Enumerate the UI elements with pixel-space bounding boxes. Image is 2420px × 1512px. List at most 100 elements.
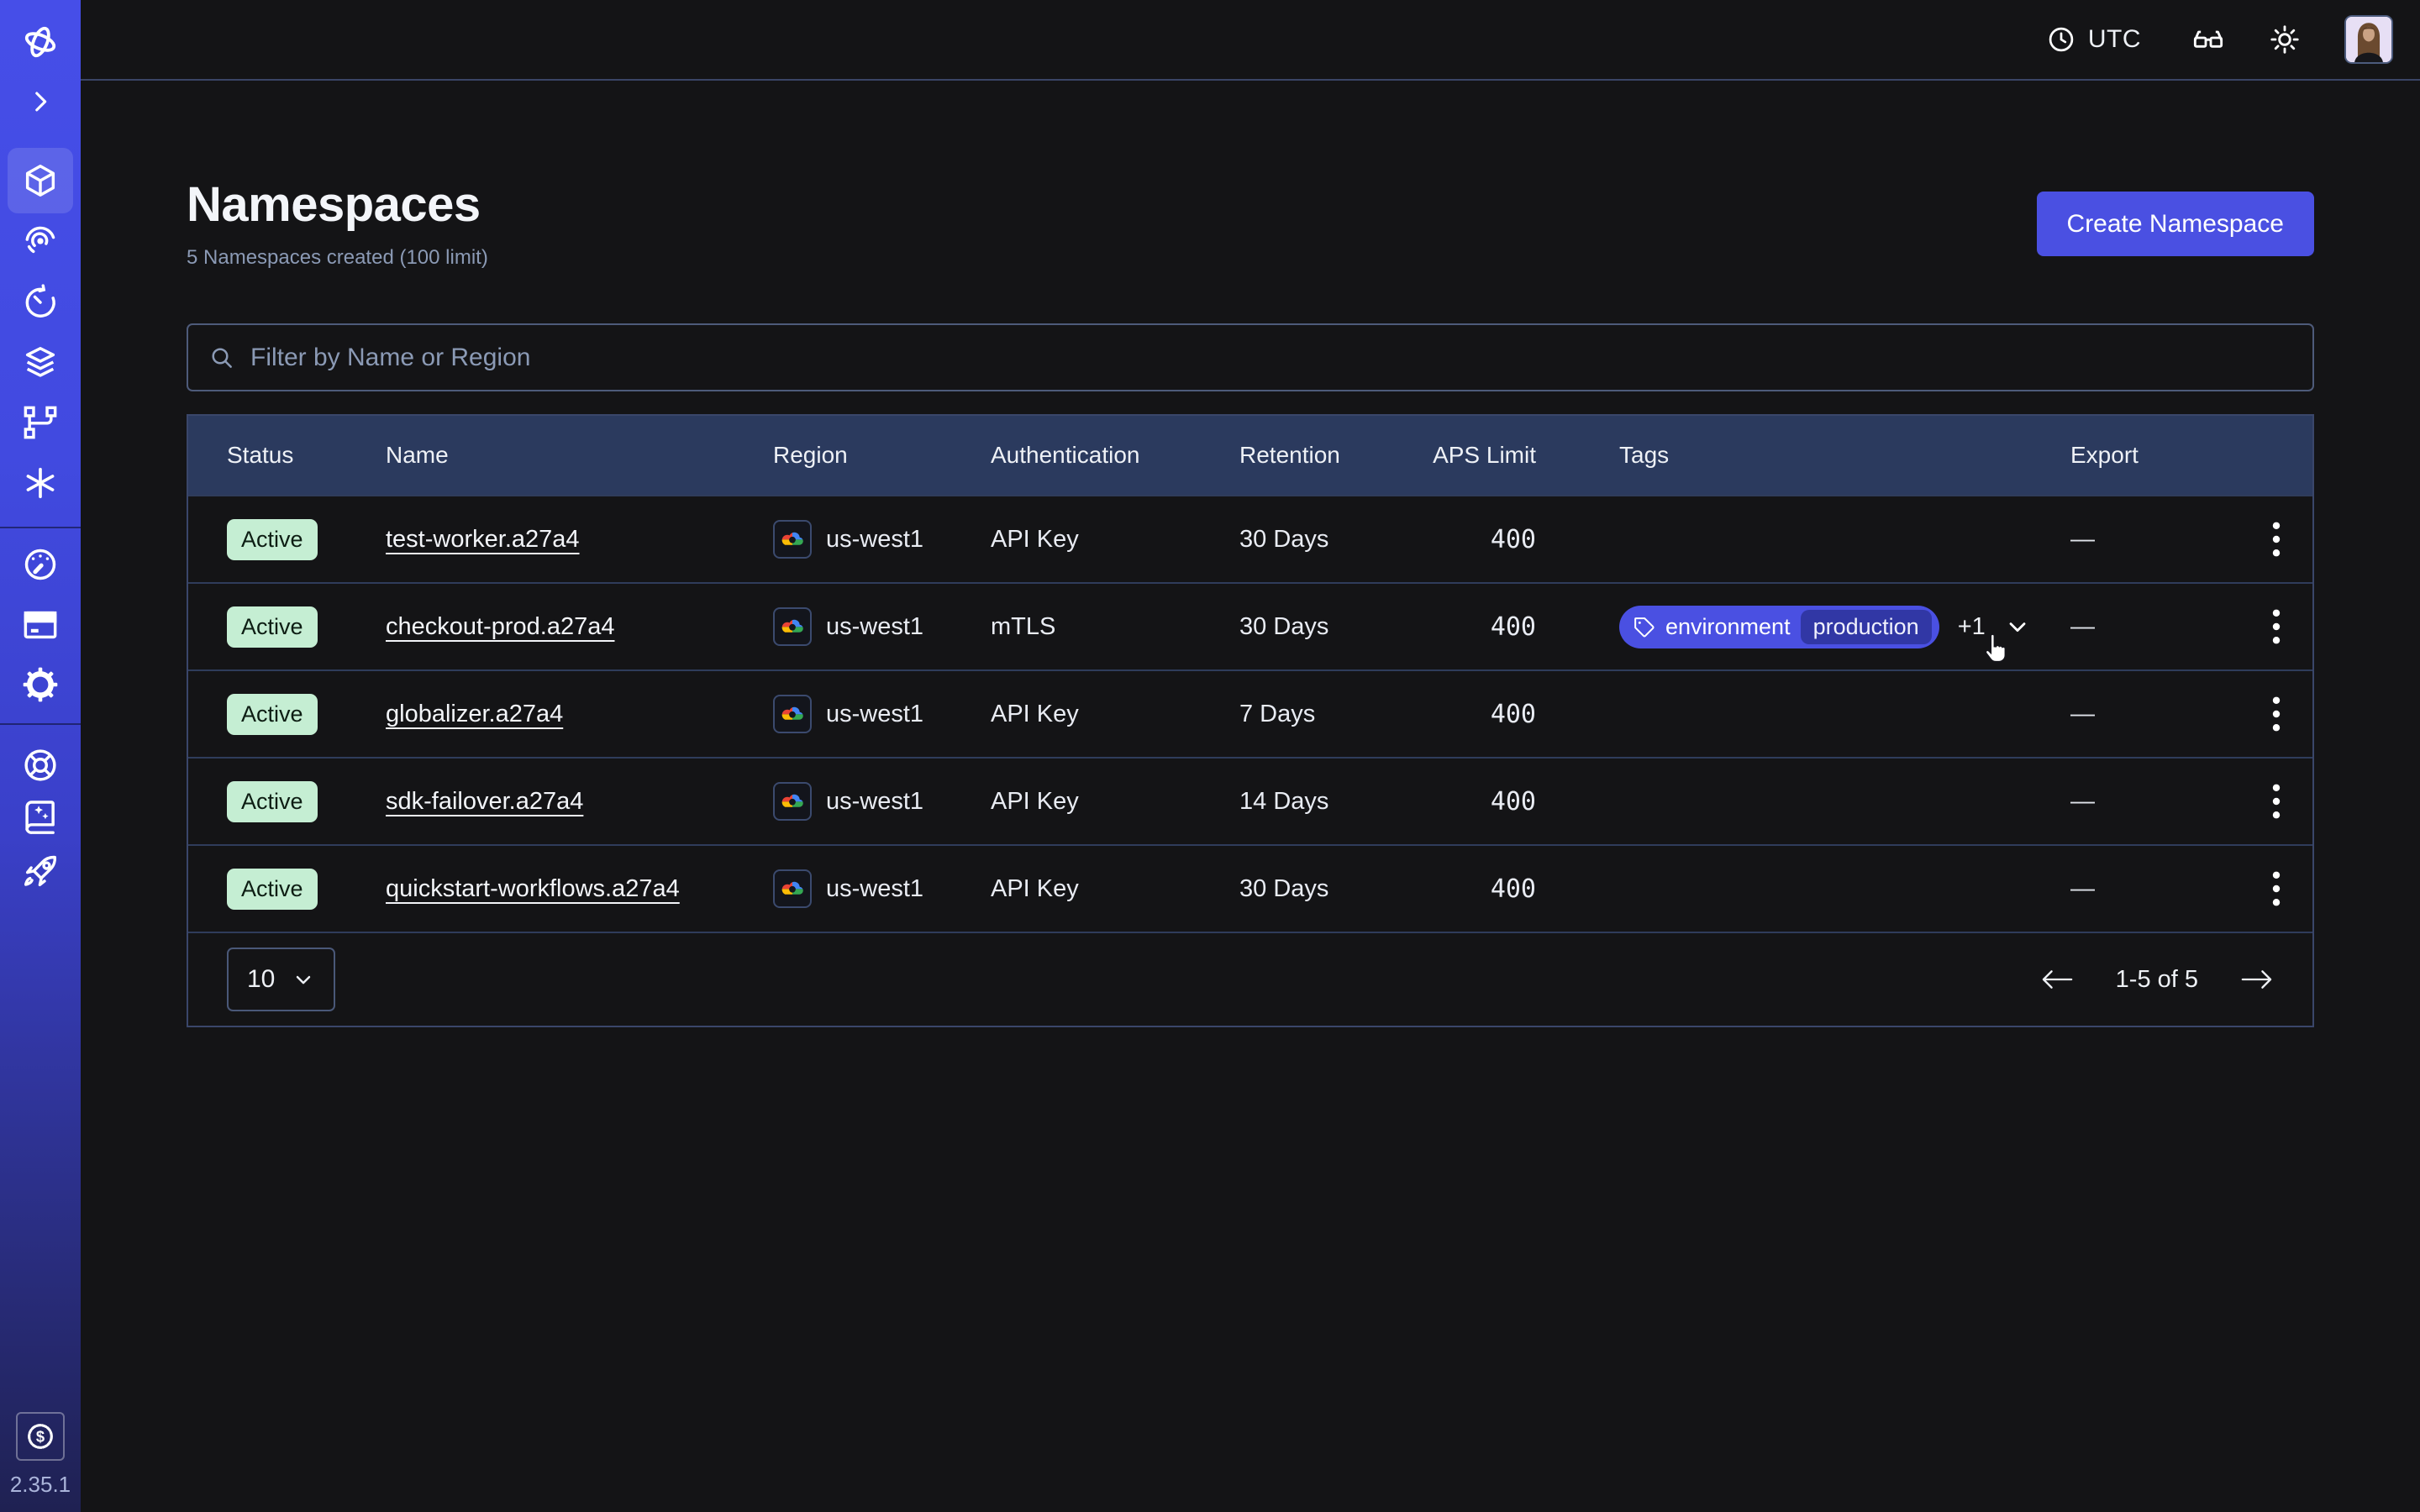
tag-pill[interactable]: environment production	[1619, 606, 1939, 648]
gcp-region-icon	[773, 869, 812, 908]
col-name: Name	[386, 442, 773, 469]
page-size-select[interactable]: 10	[227, 948, 335, 1011]
status-cell: Active	[188, 519, 386, 560]
export-cell: —	[2070, 701, 2240, 728]
table-row: Active quickstart-workflows.a27a4	[188, 844, 2312, 932]
sidebar-item-docs[interactable]	[21, 798, 60, 837]
table-row: Active checkout-prod.a27a4	[188, 582, 2312, 669]
namespace-link[interactable]: globalizer.a27a4	[386, 701, 563, 727]
badge-dollar-icon: $	[24, 1420, 57, 1453]
namespaces-table: Status Name Region Authentication Retent…	[187, 414, 2314, 1027]
tag-value: production	[1801, 610, 1932, 644]
labs-toggle[interactable]	[2191, 23, 2225, 56]
top-bar: UTC	[81, 0, 2420, 81]
sidebar-item-nexus[interactable]	[21, 403, 60, 442]
col-aps-limit: APS Limit	[1430, 442, 1536, 469]
plan-badge[interactable]: $	[16, 1412, 65, 1461]
tag-expand-button[interactable]	[2004, 613, 2031, 640]
timezone-selector[interactable]: UTC	[2046, 24, 2141, 55]
asterisk-icon	[21, 464, 60, 502]
sidebar-item-support[interactable]	[21, 746, 60, 785]
user-avatar[interactable]	[2344, 15, 2393, 64]
create-namespace-button[interactable]: Create Namespace	[2037, 192, 2314, 256]
aps-limit-cell: 400	[1430, 700, 1536, 729]
next-page-button[interactable]	[2238, 967, 2275, 992]
sidebar: $ 2.35.1	[0, 0, 81, 1512]
col-status: Status	[188, 442, 386, 469]
clock-icon	[2046, 24, 2076, 55]
speedometer-icon	[21, 545, 60, 584]
svg-text:$: $	[36, 1427, 45, 1445]
namespace-link[interactable]: checkout-prod.a27a4	[386, 613, 614, 640]
theme-toggle[interactable]	[2269, 24, 2301, 55]
cube-icon	[21, 161, 60, 200]
sidebar-divider	[0, 527, 81, 528]
sidebar-item-deployments[interactable]	[21, 344, 60, 382]
export-cell: —	[2070, 875, 2240, 903]
table-header-row: Status Name Region Authentication Retent…	[188, 416, 2312, 495]
chevron-down-icon	[2004, 613, 2031, 640]
name-cell: sdk-failover.a27a4	[386, 788, 773, 816]
region-cell: us-west1	[773, 869, 991, 908]
sidebar-item-billing[interactable]	[21, 606, 60, 644]
namespace-link[interactable]: test-worker.a27a4	[386, 526, 580, 553]
row-menu-button[interactable]	[2240, 695, 2312, 733]
col-authentication: Authentication	[991, 442, 1239, 469]
aps-limit-cell: 400	[1430, 612, 1536, 642]
timezone-label: UTC	[2088, 25, 2141, 54]
row-menu-button[interactable]	[2240, 520, 2312, 559]
pager: 1-5 of 5	[2039, 966, 2275, 994]
row-menu-button[interactable]	[2240, 607, 2312, 646]
auth-cell: API Key	[991, 526, 1239, 554]
sidebar-item-getting-started[interactable]	[21, 853, 60, 891]
table-body: Active test-worker.a27a4	[188, 495, 2312, 932]
sidebar-item-schedules[interactable]	[21, 283, 60, 322]
arrow-left-icon	[2039, 967, 2075, 992]
region-cell: us-west1	[773, 782, 991, 821]
region-cell: us-west1	[773, 520, 991, 559]
sidebar-item-batch-operations[interactable]	[21, 464, 60, 502]
page-header: Namespaces 5 Namespaces created (100 lim…	[187, 176, 2314, 270]
billing-card-icon	[21, 606, 60, 644]
tags-cell: environment production +1	[1619, 606, 2070, 648]
region-label: us-west1	[826, 875, 923, 903]
region-label: us-west1	[826, 788, 923, 816]
sidebar-item-settings[interactable]	[21, 665, 60, 704]
kebab-menu-icon	[2270, 520, 2282, 559]
temporal-logo[interactable]	[20, 22, 60, 62]
sidebar-item-usage[interactable]	[21, 545, 60, 584]
name-cell: globalizer.a27a4	[386, 701, 773, 728]
layers-icon	[21, 344, 60, 382]
namespace-link[interactable]: quickstart-workflows.a27a4	[386, 875, 680, 902]
app-version: 2.35.1	[0, 1472, 81, 1498]
name-cell: test-worker.a27a4	[386, 526, 773, 554]
row-menu-button[interactable]	[2240, 782, 2312, 821]
gcp-region-icon	[773, 695, 812, 733]
region-label: us-west1	[826, 526, 923, 554]
filter-input[interactable]	[250, 344, 2292, 372]
lifebuoy-icon	[21, 746, 60, 785]
page-title: Namespaces	[187, 176, 488, 233]
prev-page-button[interactable]	[2039, 967, 2075, 992]
sidebar-item-namespaces[interactable]	[21, 161, 60, 200]
table-row: Active globalizer.a27a4	[188, 669, 2312, 757]
kebab-menu-icon	[2270, 607, 2282, 646]
auth-cell: API Key	[991, 701, 1239, 728]
eye-orbit-icon	[21, 222, 60, 260]
namespace-link[interactable]: sdk-failover.a27a4	[386, 788, 583, 815]
timer-icon	[21, 283, 60, 322]
gcp-region-icon	[773, 782, 812, 821]
table-row: Active test-worker.a27a4	[188, 495, 2312, 582]
row-menu-button[interactable]	[2240, 869, 2312, 908]
sidebar-item-workflows[interactable]	[21, 222, 60, 260]
status-badge: Active	[227, 694, 318, 735]
status-cell: Active	[188, 869, 386, 910]
page-size-value: 10	[247, 965, 275, 994]
pipeline-icon	[21, 403, 60, 442]
status-badge: Active	[227, 781, 318, 822]
expand-chevron-right-icon[interactable]	[26, 87, 55, 116]
pager-range: 1-5 of 5	[2116, 966, 2198, 994]
export-cell: —	[2070, 526, 2240, 554]
status-cell: Active	[188, 781, 386, 822]
filter-bar[interactable]	[187, 323, 2314, 391]
